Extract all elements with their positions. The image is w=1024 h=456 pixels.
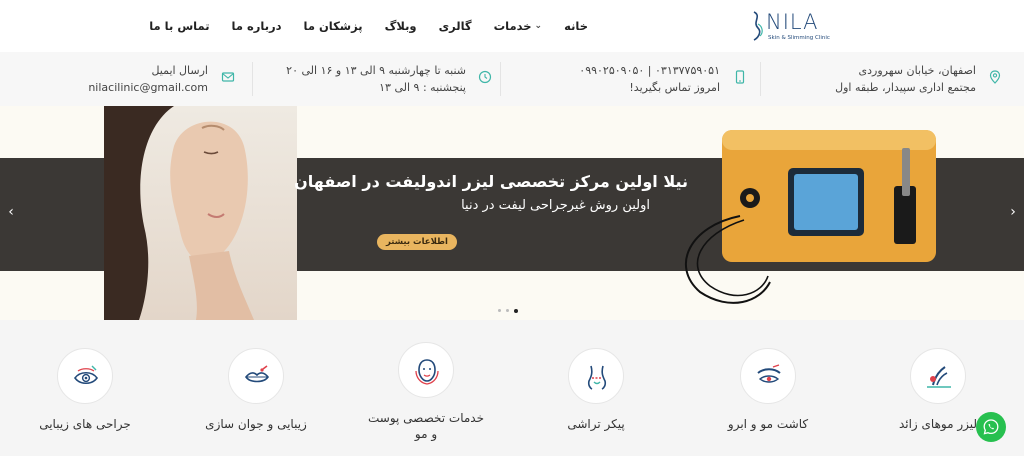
eyebrow-icon [757,364,781,383]
services-section: لیزر موهای زائد کاشت مو و ابرو پیکر تراش… [0,320,1024,456]
menu-item-gallery[interactable]: گالری [439,19,472,33]
service-skin-hair[interactable]: خدمات تخصصی پوست و مو [356,342,496,442]
email-address[interactable]: nilacilinic@gmail.com [88,79,208,96]
more-info-button[interactable]: اطلاعات بیشتر [377,234,457,250]
service-label: خدمات تخصصی پوست و مو [367,411,484,441]
hero-portrait-image [104,106,297,320]
hero-subtitle: اولین روش غیرجراحی لیفت در دنیا [461,198,650,213]
laser-hair-icon [927,366,951,388]
service-icon-circle [398,342,454,398]
menu-item-home[interactable]: خانه [564,19,588,33]
menu-label: خدمات [493,19,532,33]
service-cosmetic-surgery[interactable]: جراحی های زیبایی [15,348,155,432]
slider-next-arrow-icon[interactable]: › [1006,204,1020,220]
top-navbar: NILA Skin & Slimming Clinic خانه خدمات ⌄ … [0,0,1024,52]
logo-text: NILA [766,10,819,34]
menu-item-services[interactable]: خدمات ⌄ [494,19,542,33]
service-label: جراحی های زیبایی [39,417,131,431]
menu-item-about[interactable]: درباره ما [232,19,282,33]
chevron-down-icon: ⌄ [534,21,543,31]
phone-block[interactable]: ۰۳۱۳۷۷۵۹۰۵۱ | ۰۹۹۰۲۵۰۹۰۵۰ امروز تماس بگی… [579,62,720,96]
address-line-1: اصفهان، خیابان سهروردی [858,64,976,77]
whatsapp-chat-button[interactable] [976,412,1006,442]
hero-title: نیلا اولین مرکز تخصصی لیزر اندولیفت در ا… [294,172,688,191]
nila-logo[interactable]: NILA Skin & Slimming Clinic [748,10,838,44]
menu-item-doctors[interactable]: پزشکان ما [304,19,363,33]
service-body-contour[interactable]: پیکر تراشی [526,348,666,432]
divider [500,62,501,96]
service-icon-circle [910,348,966,404]
laser-device-image [670,106,950,320]
slider-dot-active[interactable] [514,308,518,313]
address-block: اصفهان، خیابان سهروردی مجتمع اداری سپیدا… [835,62,976,96]
menu-label: درباره ما [231,19,282,33]
service-label: پیکر تراشی [567,417,625,431]
service-label: کاشت مو و ابرو [727,417,809,431]
menu-item-contact[interactable]: تماس با ما [149,19,209,33]
menu-label: تماس با ما [149,19,210,33]
slider-dots [498,308,518,313]
divider [252,62,253,96]
phone-cta: امروز تماس بگیرید! [629,81,720,94]
face-skin-icon [415,359,439,385]
service-icon-circle [740,348,796,404]
phone-numbers[interactable]: ۰۳۱۳۷۷۵۹۰۵۱ | ۰۹۹۰۲۵۰۹۰۵۰ [579,62,720,79]
eye-surgery-icon [74,365,98,385]
whatsapp-icon [983,419,999,435]
menu-label: پزشکان ما [303,19,363,33]
service-label: زیبایی و جوان سازی [205,417,307,431]
email-label: ارسال ایمیل [151,64,208,77]
email-icon [221,72,235,82]
logo-subtitle: Skin & Slimming Clinic [768,35,830,41]
hero-slider: نیلا اولین مرکز تخصصی لیزر اندولیفت در ا… [0,106,1024,320]
email-block[interactable]: ارسال ایمیل nilacilinic@gmail.com [88,62,208,96]
hours-line-1: شنبه تا چهارشنبه ۹ الی ۱۳ و ۱۶ الی ۲۰ [286,64,466,77]
phone-icon [735,70,745,84]
hours-line-2: پنجشنبه : ۹ الی ۱۳ [379,81,466,94]
service-icon-circle [228,348,284,404]
divider [760,62,761,96]
service-icon-circle [57,348,113,404]
service-icon-circle [568,348,624,404]
body-contour-icon [587,365,607,390]
menu-label: وبلاگ [384,19,417,33]
menu-label: خانه [564,19,588,33]
location-pin-icon [989,70,1001,84]
lips-icon [245,365,269,383]
service-rejuvenation[interactable]: زیبایی و جوان سازی [186,348,326,432]
woman-portrait-icon [104,106,254,320]
slider-dot[interactable] [506,309,509,312]
endolift-device-icon [684,130,936,304]
slider-prev-arrow-icon[interactable]: ‹ [4,204,18,220]
hours-block: شنبه تا چهارشنبه ۹ الی ۱۳ و ۱۶ الی ۲۰ پن… [286,62,466,96]
contact-info-bar: اصفهان، خیابان سهروردی مجتمع اداری سپیدا… [0,52,1024,106]
slider-dot[interactable] [498,309,501,312]
service-hair-transplant[interactable]: کاشت مو و ابرو [698,348,838,432]
menu-item-blog[interactable]: وبلاگ [385,19,417,33]
address-line-2: مجتمع اداری سپیدار، طبقه اول [835,81,976,94]
main-menu: خانه خدمات ⌄ گالری وبلاگ پزشکان ما درباره… [127,19,588,33]
menu-label: گالری [438,19,472,33]
clock-icon [478,70,492,84]
